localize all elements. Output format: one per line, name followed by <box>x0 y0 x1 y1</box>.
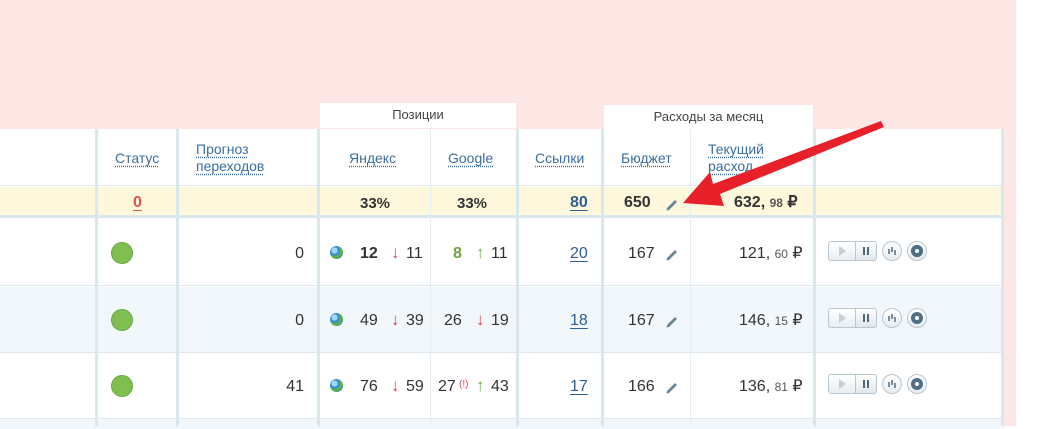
column-header-google[interactable]: Google <box>448 150 493 167</box>
column-divider <box>813 129 816 426</box>
pencil-icon[interactable] <box>664 379 680 395</box>
arrow-down-icon: ↓ <box>476 310 485 329</box>
column-header-budget[interactable]: Бюджет <box>621 150 672 167</box>
links-count[interactable]: 17 <box>570 377 588 397</box>
column-header-yandex[interactable]: Яндекс <box>349 150 396 167</box>
current-expense: 146, 15 ₽ <box>739 312 803 329</box>
column-divider <box>601 129 604 426</box>
play-button[interactable] <box>828 374 856 394</box>
gear-icon <box>911 378 923 390</box>
google-previous: 11 <box>491 245 508 262</box>
column-header-status[interactable]: Статус <box>115 150 159 167</box>
yandex-previous: 11 <box>406 245 423 262</box>
bar-chart-icon <box>888 382 890 387</box>
status-indicator <box>111 375 133 397</box>
column-divider <box>690 129 691 426</box>
pause-icon <box>863 247 865 255</box>
column-header-forecast-line1[interactable]: Прогноз <box>196 141 249 158</box>
google-position: 27 <box>438 378 456 395</box>
arrow-up-icon: ↑ <box>476 243 485 262</box>
budget-value: 166 <box>628 378 655 395</box>
bar-chart-icon <box>888 249 890 254</box>
column-divider <box>430 129 431 426</box>
yandex-previous: 39 <box>406 312 424 329</box>
table-row: 41 76 ↓ 59 27 (!) ↑ 43 17 166 136, 81 ₽ <box>0 353 1004 419</box>
column-divider <box>176 129 179 426</box>
yandex-position: 76 <box>360 378 378 395</box>
pause-button[interactable] <box>855 241 877 261</box>
column-divider <box>95 129 98 426</box>
arrow-down-icon: ↓ <box>391 376 400 395</box>
google-previous: 43 <box>491 378 509 395</box>
play-button[interactable] <box>828 308 856 328</box>
status-indicator <box>111 309 133 331</box>
column-divider <box>1001 129 1004 426</box>
column-divider <box>516 129 519 426</box>
play-icon <box>839 246 846 256</box>
totals-status-count[interactable]: 0 <box>133 193 142 213</box>
google-position: 8 <box>453 245 462 262</box>
totals-current-expense: 632, 98 ₽ <box>734 194 798 211</box>
globe-icon <box>330 379 343 392</box>
column-header-current-line2[interactable]: расход <box>708 158 753 175</box>
forecast-value: 0 <box>295 312 304 329</box>
google-previous: 19 <box>491 312 509 329</box>
pause-icon <box>863 314 865 322</box>
totals-yandex: 33% <box>360 195 391 212</box>
right-margin <box>1016 0 1042 426</box>
play-icon <box>839 379 846 389</box>
yandex-previous: 59 <box>406 378 424 395</box>
links-count[interactable]: 20 <box>570 244 588 264</box>
google-warning-mark: (!) <box>459 379 469 390</box>
globe-icon <box>330 313 343 326</box>
totals-links[interactable]: 80 <box>570 193 588 213</box>
yandex-position: 12 <box>360 245 378 262</box>
totals-budget: 650 <box>624 194 651 211</box>
column-divider <box>317 129 320 426</box>
stats-button[interactable] <box>882 308 902 328</box>
yandex-position: 49 <box>360 312 378 329</box>
budget-value: 167 <box>628 245 655 262</box>
budget-value: 167 <box>628 312 655 329</box>
settings-button[interactable] <box>907 241 927 261</box>
pause-button[interactable] <box>855 308 877 328</box>
bar-chart-icon <box>888 316 890 321</box>
status-indicator <box>111 242 133 264</box>
play-icon <box>839 313 846 323</box>
pause-icon <box>863 380 865 388</box>
forecast-value: 0 <box>295 245 304 262</box>
group-header-expenses: Расходы за месяц <box>604 105 813 129</box>
stats-button[interactable] <box>882 241 902 261</box>
current-expense: 121, 60 ₽ <box>739 245 803 262</box>
gear-icon <box>911 245 923 257</box>
current-expense: 136, 81 ₽ <box>739 378 803 395</box>
arrow-down-icon: ↓ <box>391 243 400 262</box>
table-row: 0 49 ↓ 39 26 ↓ 19 18 167 146, 15 ₽ <box>0 287 1004 353</box>
group-header-positions: Позиции <box>320 103 516 128</box>
forecast-value: 41 <box>286 378 304 395</box>
column-header-links[interactable]: Ссылки <box>535 150 584 167</box>
gear-icon <box>911 312 923 324</box>
table-row: 0 12 ↓ 11 8 ↑ 11 20 167 121, 60 ₽ <box>0 220 1004 286</box>
pencil-icon[interactable] <box>664 313 680 329</box>
pencil-icon[interactable] <box>664 196 680 212</box>
stats-button[interactable] <box>882 374 902 394</box>
column-header-forecast-line2[interactable]: переходов <box>196 158 264 175</box>
google-position: 26 <box>444 312 462 329</box>
totals-google: 33% <box>457 195 488 212</box>
play-button[interactable] <box>828 241 856 261</box>
pause-button[interactable] <box>855 374 877 394</box>
links-count[interactable]: 18 <box>570 311 588 331</box>
table-row <box>0 419 1004 429</box>
pencil-icon[interactable] <box>664 246 680 262</box>
arrow-up-icon: ↑ <box>476 376 485 395</box>
arrow-down-icon: ↓ <box>391 310 400 329</box>
settings-button[interactable] <box>907 374 927 394</box>
totals-row: 0 33% 33% 80 650 632, 98 ₽ <box>0 187 1004 218</box>
settings-button[interactable] <box>907 308 927 328</box>
table-header-row: Статус Прогноз переходов Яндекс Google С… <box>0 129 1004 186</box>
globe-icon <box>330 246 343 259</box>
column-header-current-line1[interactable]: Текущий <box>708 141 764 158</box>
